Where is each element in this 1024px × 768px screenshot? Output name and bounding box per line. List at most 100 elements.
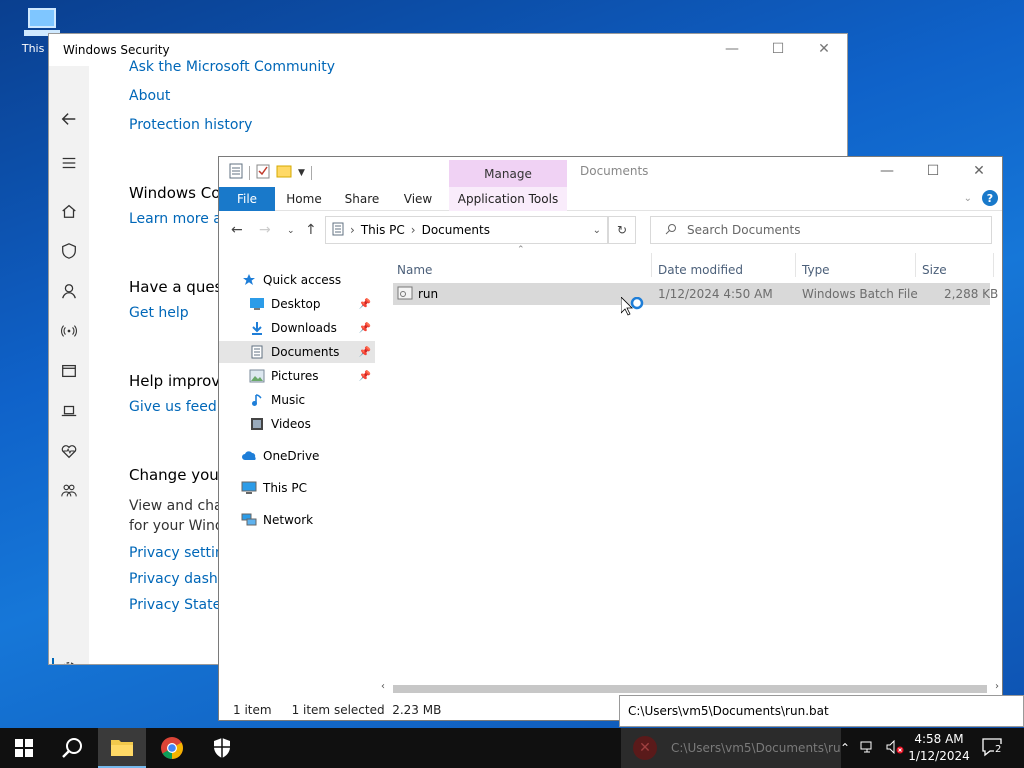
account-icon[interactable] bbox=[49, 278, 89, 304]
shield-icon[interactable] bbox=[49, 238, 89, 264]
maximize-button[interactable]: ☐ bbox=[755, 34, 801, 64]
nav-onedrive[interactable]: OneDrive bbox=[219, 445, 375, 467]
show-hidden-icons-chevron-up-icon[interactable]: ⌃ bbox=[840, 741, 850, 755]
minimize-button[interactable]: — bbox=[864, 157, 910, 185]
home-icon[interactable] bbox=[49, 198, 89, 224]
chrome-icon bbox=[161, 737, 183, 759]
scroll-left-icon[interactable]: ‹ bbox=[381, 681, 385, 692]
pin-icon[interactable]: 📌 bbox=[359, 347, 371, 358]
nav-quick-access[interactable]: Quick access bbox=[219, 269, 375, 291]
close-button[interactable]: ✕ bbox=[956, 157, 1002, 185]
chrome-taskbar-button[interactable] bbox=[148, 728, 196, 768]
settings-gear-icon[interactable] bbox=[49, 656, 89, 664]
up-arrow-icon[interactable]: ↑ bbox=[305, 222, 317, 238]
window-title: Documents bbox=[580, 164, 649, 178]
security-sidebar bbox=[49, 66, 89, 664]
nav-music[interactable]: Music bbox=[219, 389, 375, 411]
maximize-button[interactable]: ☐ bbox=[910, 157, 956, 185]
system-tray: ⌃ bbox=[840, 728, 904, 768]
file-explorer-taskbar-button[interactable] bbox=[98, 728, 146, 768]
search-input[interactable]: Search Documents bbox=[650, 216, 992, 244]
refresh-icon: ↻ bbox=[616, 223, 628, 237]
back-arrow-icon[interactable]: ← bbox=[231, 222, 243, 238]
tab-view[interactable]: View bbox=[397, 187, 439, 211]
horizontal-scrollbar[interactable]: ‹ › bbox=[379, 681, 1001, 695]
breadcrumb-this-pc[interactable]: This PC bbox=[361, 223, 405, 237]
privacy-text-line2: for your Wind bbox=[129, 518, 224, 534]
start-button[interactable] bbox=[0, 728, 48, 768]
pin-icon[interactable]: 📌 bbox=[359, 299, 371, 310]
address-bar[interactable]: › This PC › Documents ⌄ bbox=[325, 216, 608, 244]
pin-icon[interactable]: 📌 bbox=[359, 371, 371, 382]
sort-ascending-icon: ⌃ bbox=[517, 245, 525, 255]
laptop-icon[interactable] bbox=[49, 398, 89, 424]
nav-documents[interactable]: Documents 📌 bbox=[219, 341, 375, 363]
app-browser-icon[interactable] bbox=[49, 358, 89, 384]
nav-pictures[interactable]: Pictures 📌 bbox=[219, 365, 375, 387]
file-size: 2,288 KB bbox=[944, 287, 999, 301]
taskbar-tooltip: C:\Users\vm5\Documents\run.bat bbox=[619, 695, 1024, 727]
windows-logo-icon bbox=[15, 739, 33, 757]
search-icon bbox=[665, 223, 677, 238]
minimize-button[interactable]: — bbox=[709, 34, 755, 64]
music-note-icon bbox=[249, 392, 265, 408]
forward-arrow-icon[interactable]: → bbox=[259, 222, 271, 238]
tab-home[interactable]: Home bbox=[281, 187, 327, 211]
link-ask-community[interactable]: Ask the Microsoft Community bbox=[129, 59, 335, 75]
tab-manage[interactable]: Manage bbox=[449, 160, 567, 187]
taskbar: ✕ C:\Users\vm5\Documents\run.b ⌃ 4:58 AM… bbox=[0, 728, 1024, 768]
status-item-count: 1 item bbox=[233, 703, 272, 717]
tab-file[interactable]: File bbox=[219, 187, 275, 211]
link-learn-more[interactable]: Learn more ab bbox=[129, 211, 231, 227]
cloud-icon bbox=[241, 448, 257, 464]
pictures-icon bbox=[249, 368, 265, 384]
expand-ribbon-icon[interactable]: ⌄ bbox=[964, 193, 972, 204]
nav-desktop[interactable]: Desktop 📌 bbox=[219, 293, 375, 315]
link-about[interactable]: About bbox=[129, 88, 170, 104]
documents-icon bbox=[249, 344, 265, 360]
family-icon[interactable] bbox=[49, 478, 89, 504]
column-date-modified[interactable]: Date modified bbox=[658, 263, 743, 277]
table-row[interactable]: run 1/12/2024 4:50 AM Windows Batch File… bbox=[393, 283, 998, 305]
batch-file-icon bbox=[397, 286, 413, 303]
new-folder-icon[interactable] bbox=[276, 164, 292, 181]
health-heart-icon[interactable] bbox=[49, 438, 89, 464]
properties-icon[interactable] bbox=[256, 163, 270, 182]
column-type[interactable]: Type bbox=[802, 263, 830, 277]
ribbon: File Home Share View Application Tools ⌄… bbox=[219, 187, 1002, 211]
recent-locations-icon[interactable]: ⌄ bbox=[287, 226, 295, 236]
heading-help-improve: Help improve bbox=[129, 372, 230, 390]
back-icon[interactable] bbox=[49, 106, 89, 132]
hamburger-menu-icon[interactable] bbox=[49, 150, 89, 176]
refresh-button[interactable]: ↻ bbox=[608, 216, 636, 244]
nav-videos[interactable]: Videos bbox=[219, 413, 375, 435]
tab-application-tools[interactable]: Application Tools bbox=[449, 187, 567, 211]
desktop-folder-icon bbox=[249, 296, 265, 312]
pin-icon[interactable]: 📌 bbox=[359, 323, 371, 334]
nav-this-pc[interactable]: This PC bbox=[219, 477, 375, 499]
notification-count: 2 bbox=[994, 744, 1003, 755]
clock[interactable]: 4:58 AM 1/12/2024 bbox=[904, 731, 974, 765]
address-dropdown-icon[interactable]: ⌄ bbox=[593, 225, 601, 236]
search-button[interactable] bbox=[48, 728, 96, 768]
network-icon[interactable] bbox=[860, 740, 876, 757]
quick-access-dropdown-icon[interactable]: ▼ bbox=[298, 168, 305, 178]
network-wireless-icon[interactable] bbox=[49, 318, 89, 344]
windows-security-taskbar-button[interactable] bbox=[198, 728, 246, 768]
file-type: Windows Batch File bbox=[802, 287, 918, 301]
action-center-button[interactable]: 2 bbox=[982, 738, 1004, 761]
breadcrumb-documents[interactable]: Documents bbox=[422, 223, 490, 237]
volume-muted-icon[interactable] bbox=[886, 739, 904, 757]
link-protection-history[interactable]: Protection history bbox=[129, 117, 252, 133]
close-button[interactable]: ✕ bbox=[801, 34, 847, 64]
taskbar-cmd-preview[interactable]: ✕ C:\Users\vm5\Documents\run.b bbox=[621, 728, 841, 768]
help-icon[interactable]: ? bbox=[982, 190, 998, 206]
nav-downloads[interactable]: Downloads 📌 bbox=[219, 317, 375, 339]
scroll-right-icon[interactable]: › bbox=[995, 681, 999, 692]
link-get-help[interactable]: Get help bbox=[129, 305, 189, 321]
column-size[interactable]: Size bbox=[922, 263, 947, 277]
tab-share[interactable]: Share bbox=[339, 187, 385, 211]
column-name[interactable]: Name bbox=[397, 263, 432, 277]
document-icon[interactable] bbox=[229, 163, 243, 182]
nav-network[interactable]: Network bbox=[219, 509, 375, 531]
